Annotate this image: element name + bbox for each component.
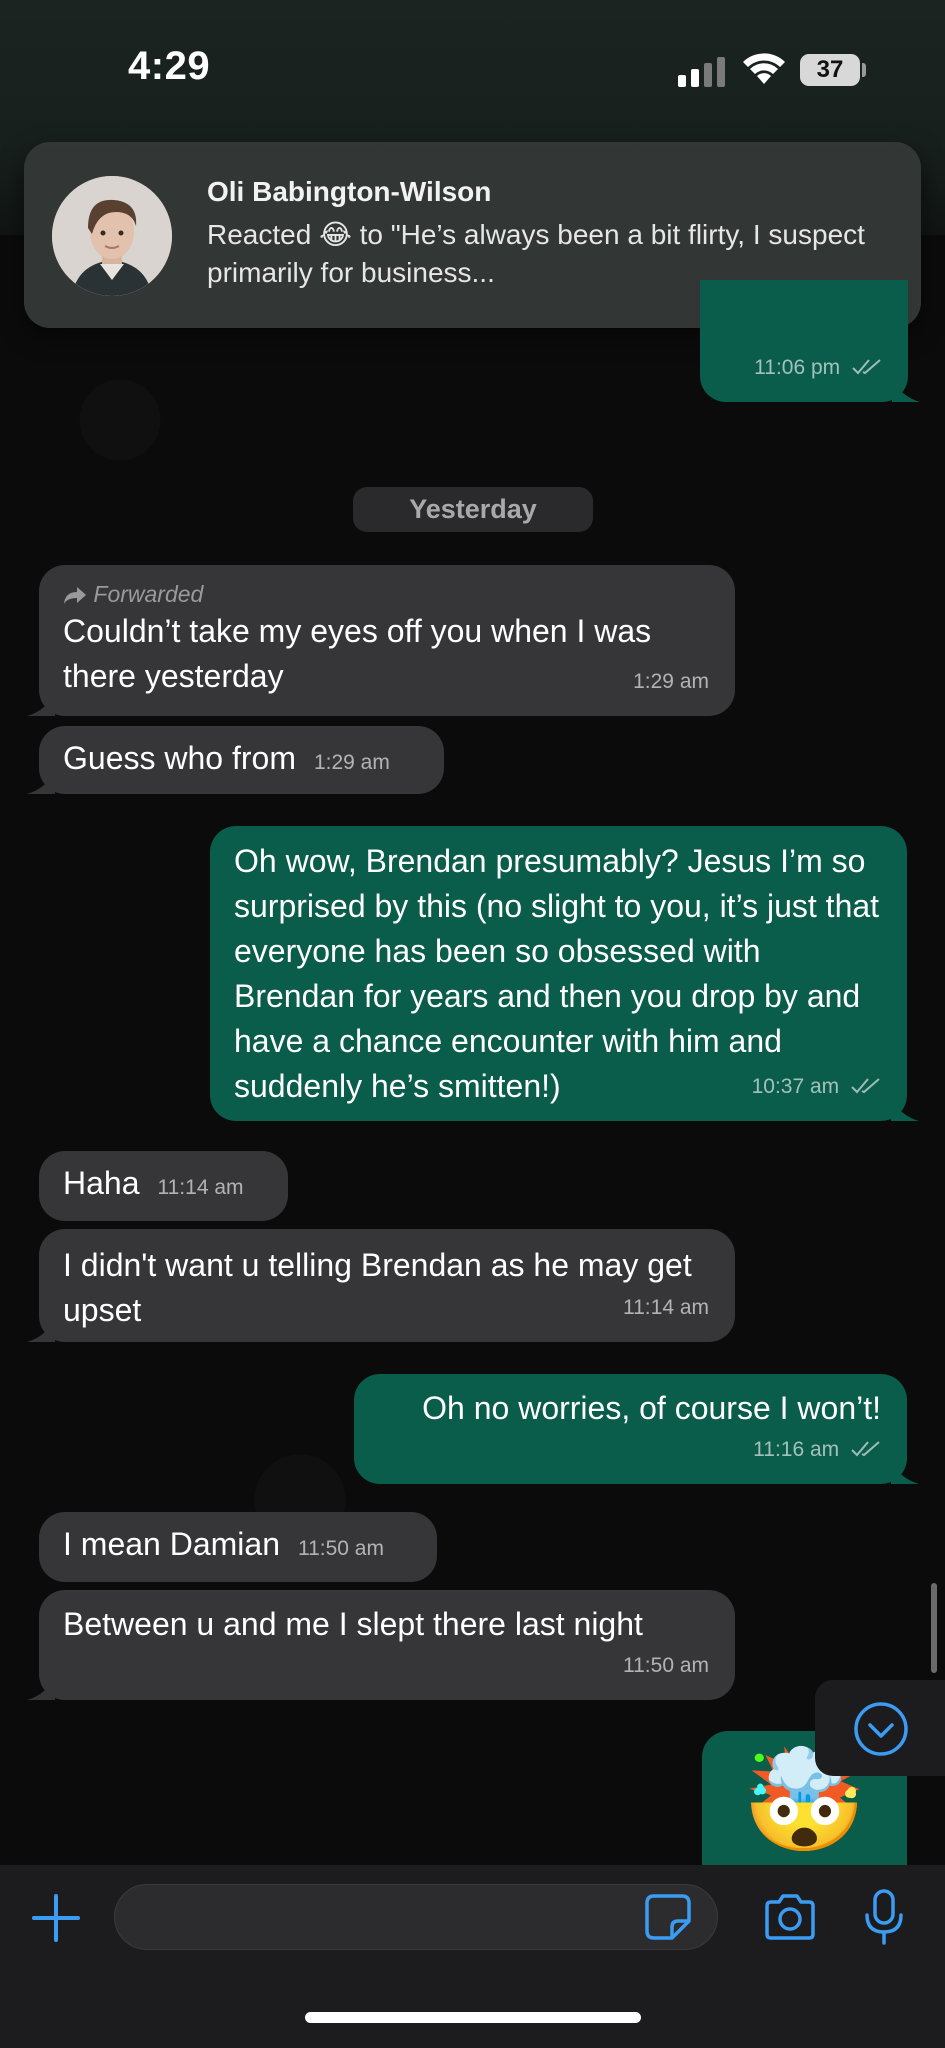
message-time: 11:14 am (157, 1176, 244, 1199)
message-text: Haha (63, 1165, 140, 1201)
scroll-to-bottom-button[interactable] (815, 1680, 945, 1776)
message-bubble-outgoing[interactable]: Oh wow, Brendan presumably? Jesus I’m so… (210, 826, 919, 1121)
bubble-tail (27, 692, 55, 716)
scrollbar[interactable] (931, 1583, 937, 1673)
message-time: 1:29 am (313, 751, 390, 774)
message-text: Couldn’t take my eyes off you when I was… (63, 613, 652, 694)
message-bubble-incoming[interactable]: Guess who from 1:29 am (27, 726, 444, 794)
message-time: 1:29 am (633, 670, 709, 693)
message-time: 11:14 am (623, 1296, 709, 1319)
message-text: I didn't want u telling Brendan as he ma… (63, 1247, 692, 1328)
battery-indicator: 37 (800, 54, 860, 86)
bubble-tail (891, 1097, 919, 1121)
message-time: 11:50 am (623, 1654, 709, 1677)
read-receipt-icon (852, 359, 881, 375)
message-text: I mean Damian (63, 1526, 280, 1562)
read-receipt-icon (851, 1078, 880, 1094)
message-text: Oh no worries, of course I won’t! (422, 1390, 881, 1426)
bubble-tail (27, 1676, 55, 1700)
message-time: 11:50 am (297, 1537, 384, 1560)
message-time: 11:06 pm (754, 356, 841, 379)
message-text: Between u and me I slept there last nigh… (63, 1606, 643, 1642)
message-bubble-previous[interactable]: 11:06 pm (700, 280, 920, 402)
signal-icon (678, 57, 725, 87)
message-bubble-incoming[interactable]: I mean Damian 11:50 am (39, 1512, 437, 1582)
plus-icon[interactable] (28, 1890, 84, 1946)
camera-icon[interactable] (762, 1892, 818, 1942)
message-bubble-incoming[interactable]: Forwarded Couldn’t take my eyes off you … (27, 565, 735, 716)
bubble-tail (891, 1460, 919, 1484)
bubble-tail (892, 378, 920, 402)
forwarded-label: Forwarded (93, 581, 204, 607)
avatar (52, 176, 172, 296)
chevron-down-icon (854, 1702, 908, 1756)
bubble-tail (27, 1318, 55, 1342)
wifi-icon (743, 53, 785, 84)
message-bubble-incoming[interactable]: I didn't want u telling Brendan as he ma… (27, 1229, 735, 1342)
message-input[interactable] (114, 1884, 718, 1950)
message-text: Guess who from (63, 740, 296, 776)
battery-tip (862, 63, 866, 77)
status-time: 4:29 (128, 44, 211, 88)
home-indicator (305, 2012, 641, 2023)
date-separator: Yesterday (353, 487, 593, 532)
notification-sender: Oli Babington-Wilson (207, 176, 492, 207)
forward-icon (64, 587, 86, 604)
microphone-icon[interactable] (862, 1888, 906, 1946)
message-bubble-incoming[interactable]: Haha 11:14 am (39, 1151, 288, 1221)
read-receipt-icon (851, 1441, 880, 1457)
message-time: 11:16 am (753, 1438, 840, 1461)
message-bubble-outgoing[interactable]: Oh no worries, of course I won’t! 11:16 … (354, 1374, 919, 1484)
sticker-icon[interactable] (644, 1893, 692, 1941)
message-time: 10:37 am (751, 1075, 840, 1098)
bubble-tail (27, 770, 55, 794)
message-bubble-incoming[interactable]: Between u and me I slept there last nigh… (27, 1590, 735, 1700)
